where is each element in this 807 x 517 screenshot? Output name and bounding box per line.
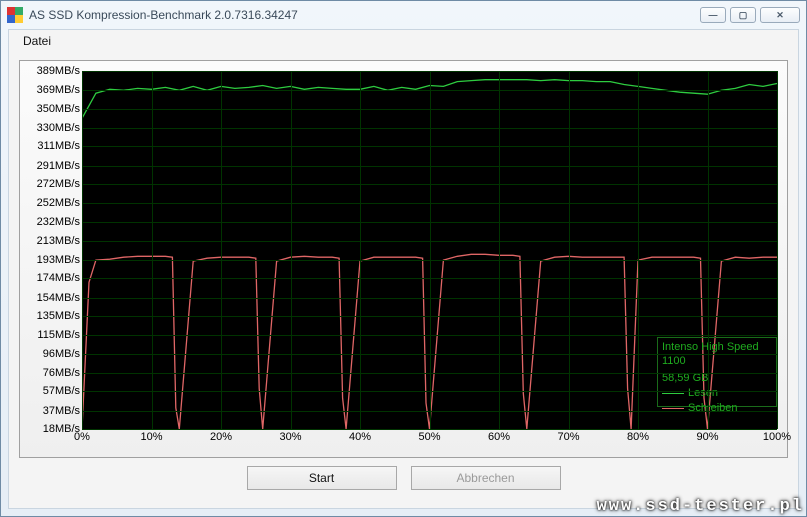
y-tick-label: 311MB/s xyxy=(37,140,80,152)
legend-write-row: Schreiben xyxy=(662,401,772,415)
legend: Intenso High Speed 1100 58,59 GB Lesen S… xyxy=(657,337,777,407)
y-tick-label: 252MB/s xyxy=(37,197,80,209)
legend-device: Intenso High Speed xyxy=(662,340,772,354)
y-tick-label: 389MB/s xyxy=(37,65,80,77)
menu-bar: Datei xyxy=(9,30,798,52)
y-tick-label: 291MB/s xyxy=(37,160,80,172)
grid-line xyxy=(430,71,431,429)
y-tick-label: 369MB/s xyxy=(37,84,80,96)
grid-line xyxy=(221,71,222,429)
y-tick-label: 330MB/s xyxy=(37,122,80,134)
chart-panel: Intenso High Speed 1100 58,59 GB Lesen S… xyxy=(19,60,788,458)
y-tick-label: 57MB/s xyxy=(43,385,80,397)
chart: Intenso High Speed 1100 58,59 GB Lesen S… xyxy=(26,67,781,451)
y-tick-label: 272MB/s xyxy=(37,178,80,190)
x-tick-label: 0% xyxy=(74,431,90,443)
x-tick-label: 10% xyxy=(140,431,162,443)
close-button[interactable]: ✕ xyxy=(760,7,800,23)
x-tick-label: 100% xyxy=(763,431,791,443)
button-bar: Start Abbrechen xyxy=(9,466,798,496)
maximize-button[interactable]: ▢ xyxy=(730,7,756,23)
legend-write-label: Schreiben xyxy=(688,401,738,415)
minimize-button[interactable]: — xyxy=(700,7,726,23)
y-tick-label: 232MB/s xyxy=(37,216,80,228)
grid-line xyxy=(569,71,570,429)
app-window: AS SSD Kompression-Benchmark 2.0.7316.34… xyxy=(0,0,807,517)
legend-read-label: Lesen xyxy=(688,386,718,400)
y-tick-label: 193MB/s xyxy=(37,254,80,266)
menu-file[interactable]: Datei xyxy=(17,32,57,50)
x-tick-label: 80% xyxy=(627,431,649,443)
window-title: AS SSD Kompression-Benchmark 2.0.7316.34… xyxy=(29,8,700,22)
legend-model: 1100 xyxy=(662,354,772,368)
x-tick-label: 70% xyxy=(557,431,579,443)
window-buttons: — ▢ ✕ xyxy=(700,7,800,23)
grid-line xyxy=(638,71,639,429)
client-area: Datei Intenso High Speed 1100 58,59 GB L… xyxy=(8,29,799,509)
y-tick-label: 213MB/s xyxy=(37,235,80,247)
y-tick-label: 154MB/s xyxy=(37,292,80,304)
y-tick-label: 135MB/s xyxy=(37,310,80,322)
start-button[interactable]: Start xyxy=(247,466,397,490)
grid-line xyxy=(777,71,778,429)
y-tick-label: 115MB/s xyxy=(37,329,80,341)
y-tick-label: 76MB/s xyxy=(43,367,80,379)
plot-area: Intenso High Speed 1100 58,59 GB Lesen S… xyxy=(82,71,777,429)
grid-line xyxy=(82,71,83,429)
x-tick-label: 40% xyxy=(349,431,371,443)
x-tick-label: 20% xyxy=(210,431,232,443)
grid-line xyxy=(152,71,153,429)
grid-line xyxy=(360,71,361,429)
legend-write-line xyxy=(662,408,684,409)
grid-line xyxy=(499,71,500,429)
x-tick-label: 50% xyxy=(418,431,440,443)
y-tick-label: 350MB/s xyxy=(37,103,80,115)
y-tick-label: 174MB/s xyxy=(37,272,80,284)
titlebar: AS SSD Kompression-Benchmark 2.0.7316.34… xyxy=(1,1,806,29)
x-tick-label: 30% xyxy=(279,431,301,443)
y-tick-label: 96MB/s xyxy=(43,348,80,360)
app-icon xyxy=(7,7,23,23)
x-tick-label: 90% xyxy=(696,431,718,443)
grid-line xyxy=(708,71,709,429)
grid-line xyxy=(291,71,292,429)
y-tick-label: 37MB/s xyxy=(43,405,80,417)
legend-read-row: Lesen xyxy=(662,386,772,400)
legend-read-line xyxy=(662,393,684,394)
grid-line xyxy=(82,429,777,430)
abort-button[interactable]: Abbrechen xyxy=(411,466,561,490)
x-tick-label: 60% xyxy=(488,431,510,443)
